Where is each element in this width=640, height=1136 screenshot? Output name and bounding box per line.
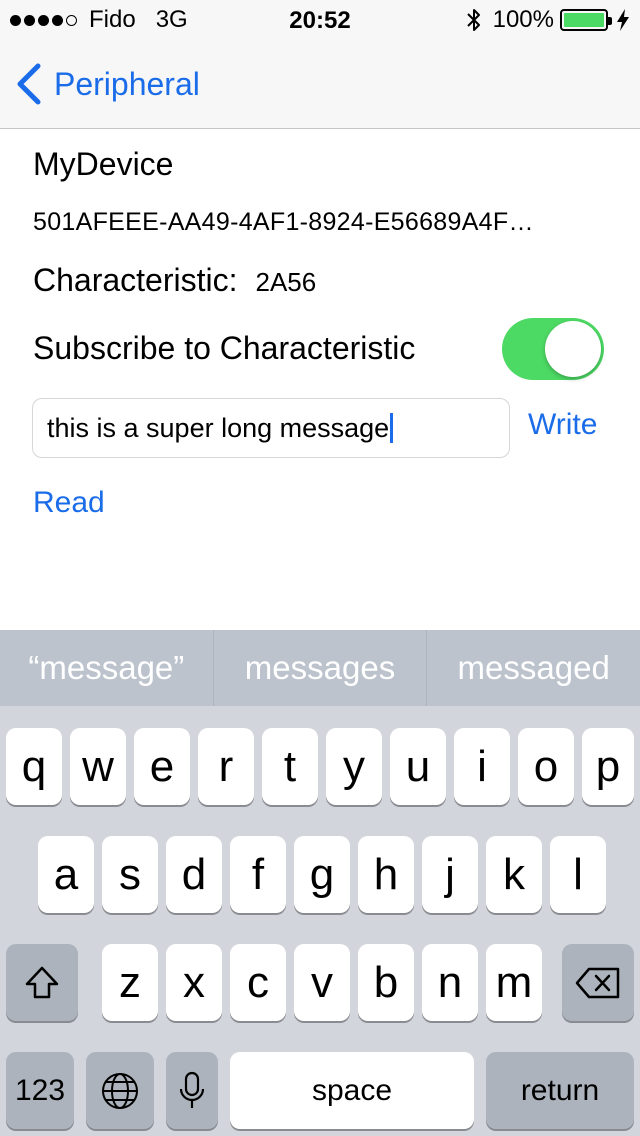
shift-icon [25,966,59,998]
key-x[interactable]: x [166,944,222,1021]
device-name: MyDevice [33,146,174,182]
key-b[interactable]: b [358,944,414,1021]
status-right: 100% [465,6,630,34]
key-a[interactable]: a [38,836,94,913]
suggestion-item[interactable]: “message” [0,630,213,706]
key-y[interactable]: y [326,728,382,805]
key-v[interactable]: v [294,944,350,1021]
battery-fill [564,13,604,27]
write-button[interactable]: Write [528,408,597,442]
keyboard: q w e r t y u i o p a s d f g h j k l z … [0,706,640,1136]
dictation-key[interactable] [166,1052,218,1129]
back-button-label: Peripheral [54,65,200,102]
key-t[interactable]: t [262,728,318,805]
chevron-left-icon [17,63,41,105]
key-w[interactable]: w [70,728,126,805]
key-d[interactable]: d [166,836,222,913]
suggestion-item[interactable]: messages [212,630,427,706]
toggle-knob [545,321,601,377]
charging-icon [617,9,629,31]
battery-tip [608,17,612,25]
key-q[interactable]: q [6,728,62,805]
text-cursor [390,413,394,443]
shift-key[interactable] [6,944,78,1021]
message-input-value: this is a super long message [47,412,390,443]
key-m[interactable]: m [486,944,542,1021]
delete-icon [575,967,620,998]
battery-percentage: 100% [492,6,554,33]
key-n[interactable]: n [422,944,478,1021]
key-l[interactable]: l [550,836,606,913]
key-s[interactable]: s [102,836,158,913]
subscribe-label: Subscribe to Characteristic [33,330,416,366]
characteristic-label: Characteristic: [33,262,238,298]
key-j[interactable]: j [422,836,478,913]
battery-icon [560,9,612,31]
characteristic-value: 2A56 [255,267,317,297]
key-c[interactable]: c [230,944,286,1021]
predictive-bar: “message” messages messaged [0,630,640,706]
numbers-key[interactable]: 123 [6,1052,74,1129]
key-o[interactable]: o [518,728,574,805]
key-f[interactable]: f [230,836,286,913]
key-i[interactable]: i [454,728,510,805]
read-button[interactable]: Read [33,486,105,520]
return-key[interactable]: return [486,1052,634,1129]
suggestion-item[interactable]: messaged [426,630,640,706]
message-input[interactable]: this is a super long message [32,398,510,458]
key-e[interactable]: e [134,728,190,805]
key-p[interactable]: p [582,728,634,805]
characteristic-row: Characteristic: 2A56 [33,262,316,299]
delete-key[interactable] [562,944,634,1021]
subscribe-toggle[interactable] [502,318,604,380]
key-z[interactable]: z [102,944,158,1021]
key-g[interactable]: g [294,836,350,913]
space-key[interactable]: space [230,1052,474,1129]
microphone-icon [179,1071,205,1108]
globe-icon [102,1072,138,1109]
globe-key[interactable] [86,1052,154,1129]
status-bar: Fido 3G 20:52 100% [0,0,640,40]
bluetooth-icon [466,9,480,31]
key-u[interactable]: u [390,728,446,805]
key-h[interactable]: h [358,836,414,913]
key-r[interactable]: r [198,728,254,805]
back-button[interactable]: Peripheral [14,62,200,106]
device-uuid: 501AFEEE-AA49-4AF1-8924-E56689A4F… [33,208,534,236]
key-k[interactable]: k [486,836,542,913]
navigation-bar: Peripheral [0,40,640,129]
